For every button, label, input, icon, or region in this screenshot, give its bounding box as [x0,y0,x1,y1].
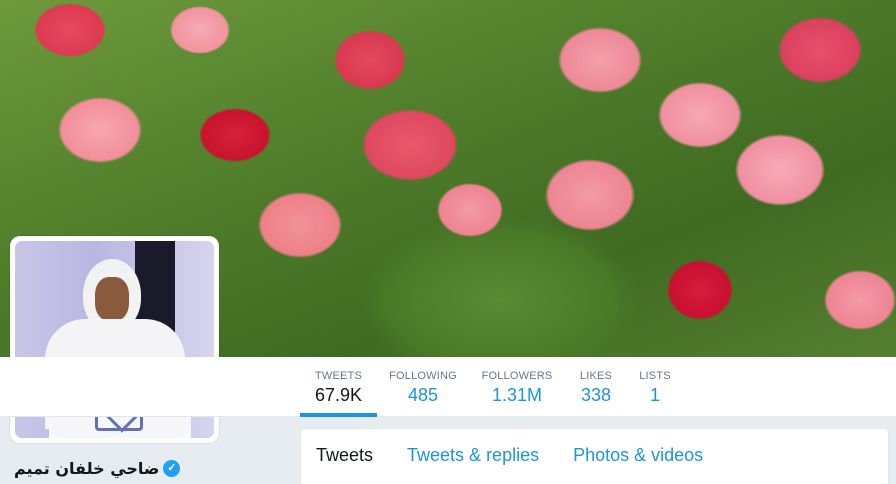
stat-tweets-value: 67.9K [314,385,363,405]
profile-name[interactable]: ضاحي خلفان تميم [14,459,159,478]
stat-likes-label: LIKES [579,370,613,382]
stat-following-label: FOLLOWING [389,370,457,382]
profile-nav-bar: TWEETS 67.9K FOLLOWING 485 FOLLOWERS 1.3… [0,357,896,417]
tab-tweets[interactable]: Tweets [316,445,373,466]
active-tab-underline [300,413,377,417]
stat-followers-label: FOLLOWERS [481,370,553,382]
stat-lists-value: 1 [649,385,660,405]
verified-badge-icon: ✓ [163,459,181,477]
stat-following-value: 485 [407,385,439,405]
timeline-tabs: Tweets Tweets & replies Photos & videos [301,429,888,481]
stat-lists-label: LISTS [639,370,671,382]
stat-likes-value: 338 [580,385,612,405]
tab-tweets-and-replies[interactable]: Tweets & replies [407,445,539,466]
stat-following[interactable]: FOLLOWING 485 [388,357,458,417]
stat-followers[interactable]: FOLLOWERS 1.31M [480,357,554,417]
stat-followers-value: 1.31M [491,385,543,405]
avatar-face [95,277,129,321]
stat-tweets[interactable]: TWEETS 67.9K [300,357,377,417]
profile-name-row: ضاحي خلفان تميم ✓ [14,455,181,481]
stat-tweets-label: TWEETS [314,370,363,382]
stat-lists[interactable]: LISTS 1 [637,357,673,417]
timeline-card: Tweets Tweets & replies Photos & videos [300,428,889,484]
stat-likes[interactable]: LIKES 338 [576,357,616,417]
tab-photos-and-videos[interactable]: Photos & videos [573,445,703,466]
